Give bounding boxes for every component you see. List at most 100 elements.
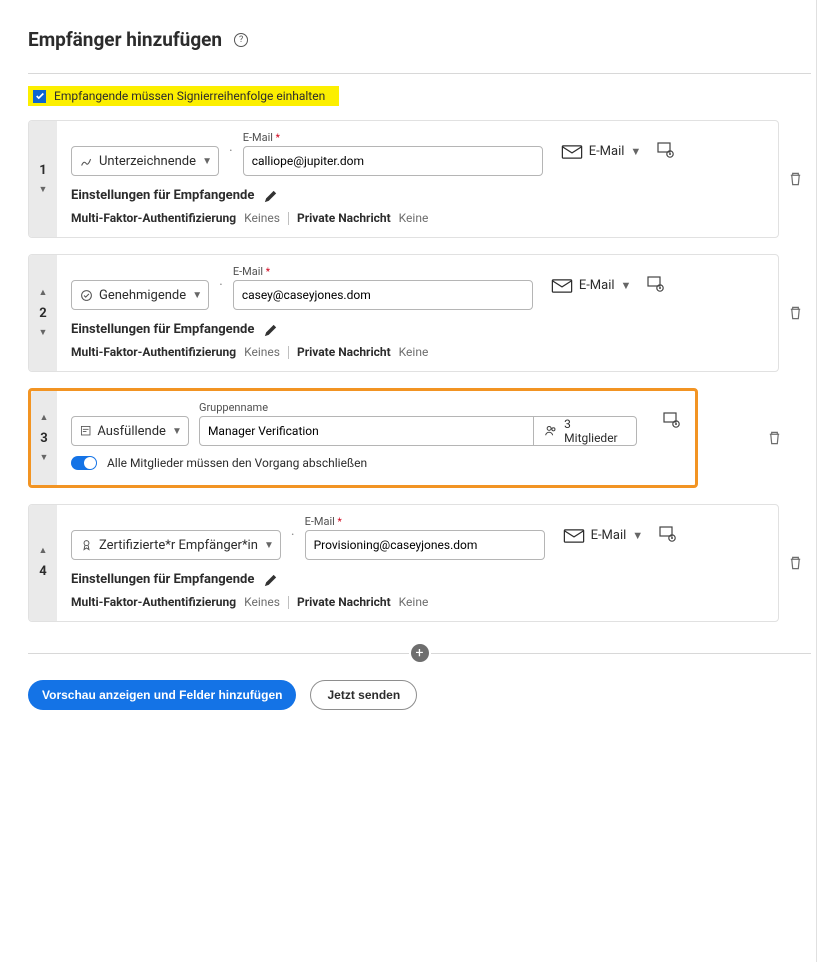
recipient-card: ▲ 4 Zertifizierte*r Empfänger*in ▼ · E-M… <box>28 504 779 622</box>
group-name-field[interactable] <box>199 416 535 446</box>
mfa-label: Multi-Faktor-Authentifizierung <box>71 345 236 359</box>
pencil-icon[interactable] <box>264 189 278 203</box>
chevron-up-icon[interactable]: ▲ <box>39 547 48 556</box>
role-select[interactable]: Ausfüllende ▼ <box>71 416 189 446</box>
delivery-method-select[interactable]: E-Mail ▼ <box>551 278 632 297</box>
ribbon-icon <box>80 539 93 552</box>
email-field[interactable] <box>233 280 533 310</box>
users-icon <box>544 424 558 438</box>
recipient-index: 1 <box>39 163 46 178</box>
chevron-down-icon: ▼ <box>630 145 641 158</box>
pen-sign-icon <box>80 155 93 168</box>
signing-order-label: Empfangende müssen Signierreihenfolge ei… <box>54 89 325 103</box>
pencil-icon[interactable] <box>264 323 278 337</box>
reorder-handle[interactable]: 1 ▼ <box>29 121 57 237</box>
envelope-icon <box>561 145 583 159</box>
private-message-label: Private Nachricht <box>297 211 391 225</box>
recipient-config-icon[interactable] <box>663 412 681 436</box>
send-now-button[interactable]: Jetzt senden <box>310 680 417 710</box>
add-recipient-button[interactable]: + <box>411 644 429 662</box>
reorder-handle[interactable]: ▲ 4 <box>29 505 57 621</box>
mfa-label: Multi-Faktor-Authentifizierung <box>71 211 236 225</box>
recipient-card: 1 ▼ Unterzeichnende ▼ · E-Mail * <box>28 120 779 238</box>
reorder-handle[interactable]: ▲ 2 ▼ <box>29 255 57 371</box>
recipient-settings-heading: Einstellungen für Empfangende <box>71 188 254 203</box>
private-message-label: Private Nachricht <box>297 345 391 359</box>
preview-add-fields-button[interactable]: Vorschau anzeigen und Felder hinzufügen <box>28 680 296 710</box>
chevron-down-icon: ▼ <box>192 290 202 301</box>
delivery-label: E-Mail <box>579 278 615 293</box>
group-name-label: Gruppenname <box>199 401 637 414</box>
chevron-down-icon[interactable]: ▼ <box>39 186 48 195</box>
form-fill-icon <box>80 425 91 438</box>
role-label: Genehmigende <box>99 288 186 303</box>
pencil-icon[interactable] <box>264 573 278 587</box>
recipient-card-group: ▲ 3 ▼ Ausfüllende ▼ Gruppenname <box>28 388 698 488</box>
private-message-value: Keine <box>399 211 429 225</box>
chevron-down-icon: ▼ <box>172 426 182 437</box>
private-message-value: Keine <box>399 595 429 609</box>
page-title: Empfänger hinzufügen <box>28 28 222 51</box>
members-button[interactable]: 3 Mitglieder <box>534 416 637 446</box>
delete-recipient-button[interactable] <box>767 430 782 446</box>
separator <box>288 596 289 609</box>
envelope-icon <box>563 529 585 543</box>
chevron-up-icon[interactable]: ▲ <box>40 414 49 423</box>
separator <box>288 346 289 359</box>
recipient-index: 2 <box>39 306 46 321</box>
reorder-handle[interactable]: ▲ 3 ▼ <box>31 391 57 485</box>
email-field[interactable] <box>243 146 543 176</box>
chevron-down-icon[interactable]: ▼ <box>40 454 49 463</box>
chevron-down-icon[interactable]: ▼ <box>39 329 48 338</box>
recipient-config-icon[interactable] <box>659 526 677 550</box>
divider <box>431 653 812 654</box>
role-label: Zertifizierte*r Empfänger*in <box>99 538 258 553</box>
recipient-config-icon[interactable] <box>647 276 665 300</box>
role-select[interactable]: Unterzeichnende ▼ <box>71 146 219 176</box>
email-label: E-Mail * <box>243 131 543 144</box>
role-label: Unterzeichnende <box>99 154 196 169</box>
recipient-config-icon[interactable] <box>657 142 675 166</box>
mfa-label: Multi-Faktor-Authentifizierung <box>71 595 236 609</box>
envelope-icon <box>551 279 573 293</box>
separator: · <box>229 143 233 165</box>
mfa-value: Keines <box>244 211 280 225</box>
divider <box>28 73 811 74</box>
delivery-label: E-Mail <box>589 144 625 159</box>
role-select[interactable]: Zertifizierte*r Empfänger*in ▼ <box>71 530 281 560</box>
delivery-method-select[interactable]: E-Mail ▼ <box>561 144 642 163</box>
signing-order-checkbox-row[interactable]: Empfangende müssen Signierreihenfolge ei… <box>28 86 339 106</box>
separator <box>288 212 289 225</box>
separator: · <box>291 527 295 549</box>
mfa-value: Keines <box>244 595 280 609</box>
recipient-card: ▲ 2 ▼ Genehmigende ▼ · E-Mail * <box>28 254 779 372</box>
separator: · <box>219 277 223 299</box>
email-field[interactable] <box>305 530 545 560</box>
recipient-index: 3 <box>40 431 47 446</box>
all-members-label: Alle Mitglieder müssen den Vorgang absch… <box>107 456 367 470</box>
delete-recipient-button[interactable] <box>788 305 803 321</box>
delete-recipient-button[interactable] <box>788 555 803 571</box>
delivery-label: E-Mail <box>591 528 627 543</box>
delete-recipient-button[interactable] <box>788 171 803 187</box>
delivery-method-select[interactable]: E-Mail ▼ <box>563 528 644 547</box>
recipient-settings-heading: Einstellungen für Empfangende <box>71 322 254 337</box>
checkbox-checked-icon[interactable] <box>33 90 46 103</box>
mfa-value: Keines <box>244 345 280 359</box>
chevron-up-icon[interactable]: ▲ <box>39 289 48 298</box>
help-icon[interactable]: ? <box>234 33 248 47</box>
private-message-value: Keine <box>399 345 429 359</box>
email-label: E-Mail * <box>305 515 545 528</box>
check-circle-icon <box>80 289 93 302</box>
role-label: Ausfüllende <box>97 424 166 439</box>
chevron-down-icon: ▼ <box>202 156 212 167</box>
role-select[interactable]: Genehmigende ▼ <box>71 280 209 310</box>
email-label: E-Mail * <box>233 265 533 278</box>
members-count: 3 Mitglieder <box>564 417 626 445</box>
private-message-label: Private Nachricht <box>297 595 391 609</box>
all-members-toggle[interactable] <box>71 456 97 470</box>
chevron-down-icon: ▼ <box>264 540 274 551</box>
recipient-settings-heading: Einstellungen für Empfangende <box>71 572 254 587</box>
chevron-down-icon: ▼ <box>632 529 643 542</box>
chevron-down-icon: ▼ <box>621 279 632 292</box>
